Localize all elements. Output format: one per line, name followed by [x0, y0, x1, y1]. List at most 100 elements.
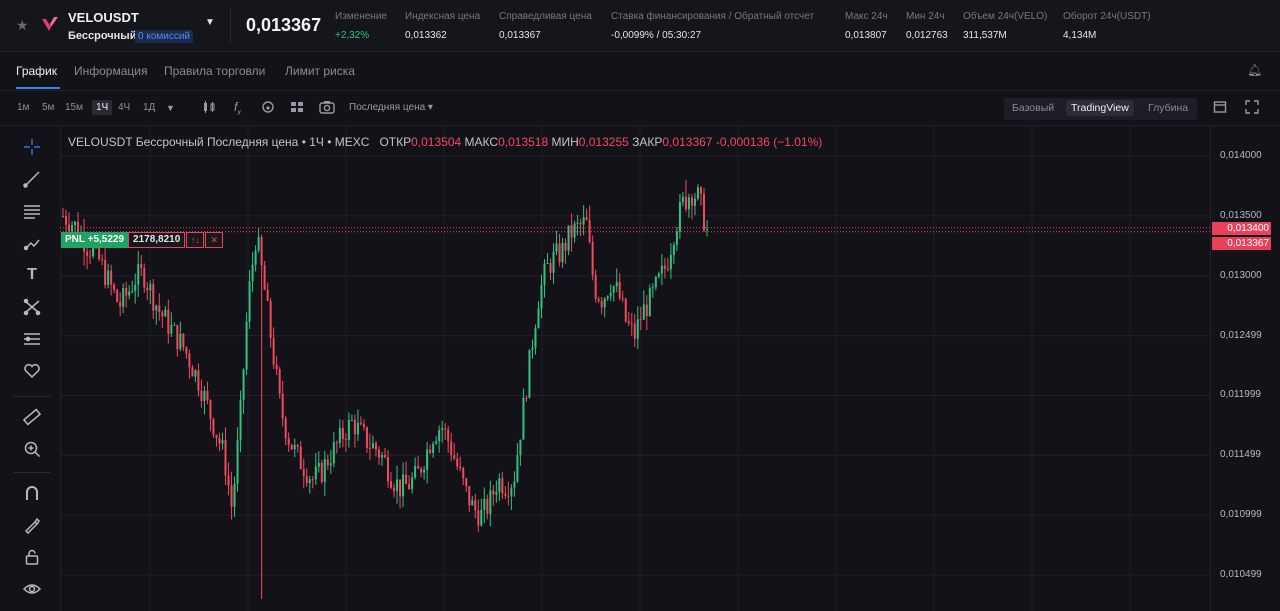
candle [426, 441, 429, 484]
symbol-dropdown-icon[interactable]: ▼ [205, 17, 215, 28]
zoom-in-icon[interactable] [22, 440, 42, 460]
candle [531, 339, 534, 359]
position-qty: 2178,8210 [128, 232, 186, 248]
candle [585, 208, 588, 221]
candle [209, 399, 212, 432]
candle [137, 250, 140, 297]
price-type-select[interactable]: Последняя цена ▾ [349, 102, 433, 113]
candle [131, 280, 134, 294]
layout-icon[interactable] [290, 100, 304, 117]
candle [384, 447, 386, 459]
candle [185, 346, 188, 359]
candle [654, 275, 657, 291]
candle [272, 327, 275, 370]
candle-type-icon[interactable] [202, 100, 216, 117]
indicators-icon[interactable]: fx [234, 100, 241, 116]
timeframe-5m[interactable]: 5м [42, 102, 54, 113]
favorite-star-icon[interactable]: ★ [16, 17, 29, 34]
crosshair-icon[interactable] [22, 138, 42, 158]
candle [648, 284, 651, 317]
ruler-icon[interactable] [22, 408, 42, 428]
stat-fair-price: Справедливая цена 0,013367 [499, 11, 592, 41]
fullscreen-icon[interactable] [1245, 100, 1259, 117]
lock-drawing-icon[interactable] [22, 516, 42, 536]
close-position-icon[interactable]: ✕ [205, 232, 224, 248]
candle [314, 453, 317, 485]
candle [600, 296, 603, 315]
price-tick-label: 0,011999 [1220, 389, 1261, 401]
stat-value: 0,012763 [906, 30, 948, 41]
tab-risk-limit[interactable]: Лимит риска [285, 64, 355, 78]
measure-icon[interactable] [22, 330, 42, 350]
timeframe-dropdown-icon[interactable]: ▼ [166, 103, 175, 113]
templates-icon[interactable] [261, 100, 275, 117]
trend-line-icon[interactable] [22, 170, 42, 190]
stat-label: Изменение [335, 11, 387, 22]
candle [275, 356, 278, 375]
stat-funding-rate[interactable]: Ставка финансирования / Обратный отсчет … [611, 11, 814, 41]
stat-change: Изменение +2,32% [335, 11, 387, 41]
candle [224, 427, 227, 485]
stat-low-24h: Мин 24ч 0,012763 [906, 11, 948, 41]
timeframe-4h[interactable]: 4Ч [118, 102, 130, 113]
candle [278, 366, 281, 399]
candle [200, 379, 203, 408]
candle [411, 472, 414, 494]
timeframe-1h[interactable]: 1Ч [92, 100, 113, 115]
symbol-name[interactable]: VELOUSDT [68, 10, 139, 25]
tab-info[interactable]: Информация [74, 64, 147, 78]
legend-close-label: ЗАКР [632, 135, 663, 149]
candle [176, 324, 179, 357]
view-tradingview[interactable]: TradingView [1066, 100, 1134, 116]
tab-chart[interactable]: График [16, 64, 57, 78]
reverse-position-icon[interactable]: ↑↓ [186, 232, 205, 248]
candle [468, 486, 471, 512]
text-tool-icon[interactable]: T [22, 266, 42, 286]
candle [323, 450, 326, 496]
divider [14, 472, 50, 473]
pattern-icon[interactable] [22, 298, 42, 318]
unlock-icon[interactable] [22, 548, 42, 568]
brush-icon[interactable] [22, 234, 42, 254]
candle [519, 439, 522, 466]
view-depth[interactable]: Глубина [1148, 102, 1188, 114]
stat-volume-24h: Объем 24ч(VELO) 311,537M [963, 11, 1047, 41]
candle [624, 297, 627, 324]
magnet-icon[interactable] [22, 484, 42, 504]
heart-icon[interactable] [22, 362, 42, 382]
velo-logo-icon [42, 17, 58, 31]
candle [699, 186, 702, 206]
stat-label: Оборот 24ч(USDT) [1063, 11, 1151, 22]
view-basic[interactable]: Базовый [1012, 102, 1054, 114]
price-chart[interactable] [60, 126, 1210, 611]
eye-icon[interactable] [22, 580, 42, 600]
candle [362, 419, 365, 431]
timeframe-1m[interactable]: 1м [17, 102, 29, 113]
camera-icon[interactable] [319, 100, 335, 117]
candle [636, 306, 639, 350]
legend-close: 0,013367 [662, 135, 713, 149]
candle [215, 434, 218, 447]
candle [696, 184, 699, 201]
stat-value: 311,537M [963, 30, 1007, 41]
timeframe-1d[interactable]: 1Д [143, 102, 155, 113]
candle [338, 419, 341, 449]
position-line-label[interactable]: PNL +5,5229 2178,8210 ↑↓ ✕ [61, 232, 224, 248]
window-icon[interactable] [1213, 100, 1227, 117]
candle [633, 314, 636, 347]
candle [365, 426, 368, 453]
candle [146, 282, 149, 301]
timeframe-15m[interactable]: 15м [65, 102, 83, 113]
price-axis[interactable] [1210, 126, 1280, 611]
candle [110, 264, 113, 296]
candle [417, 455, 420, 469]
candle [104, 246, 107, 289]
candle [179, 321, 182, 352]
candle [528, 349, 531, 399]
candle [480, 498, 483, 527]
candle [308, 475, 311, 494]
tab-trading-rules[interactable]: Правила торговли [164, 64, 265, 78]
bell-icon[interactable]: 🔔︎ [1247, 63, 1262, 77]
candle [116, 288, 119, 303]
horizontal-lines-icon[interactable] [22, 202, 42, 222]
